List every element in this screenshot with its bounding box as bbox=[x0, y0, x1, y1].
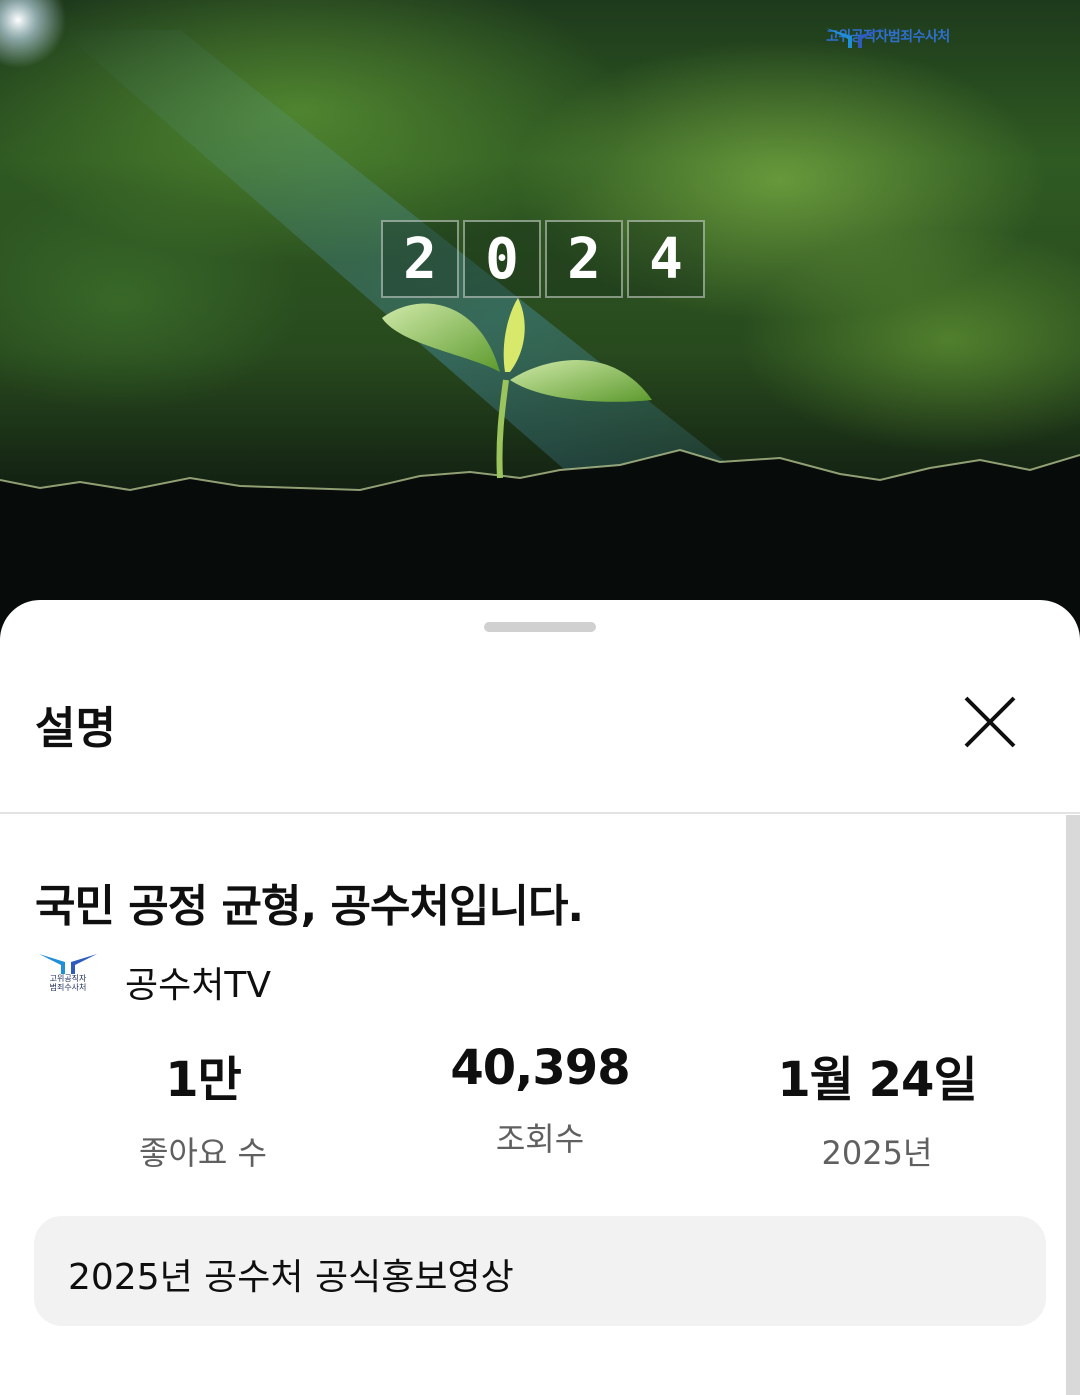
agency-watermark: 고위공직자범죄수사처 bbox=[826, 26, 950, 48]
date-year: 2025년 bbox=[821, 1134, 933, 1172]
drag-handle[interactable] bbox=[484, 622, 596, 632]
video-frame-art bbox=[0, 0, 1080, 640]
scrollbar[interactable] bbox=[1066, 815, 1080, 1395]
sheet-title: 설명 bbox=[35, 703, 116, 754]
year-counter: 2 0 2 4 bbox=[381, 220, 705, 298]
year-digit: 4 bbox=[627, 220, 705, 298]
views-label: 조회수 bbox=[495, 1120, 585, 1158]
video-player[interactable]: 고위공직자범죄수사처 2 0 2 4 bbox=[0, 0, 1080, 640]
avatar-text: 범죄수사처 bbox=[49, 983, 87, 992]
channel-row[interactable]: 고위공직자 범죄수사처 공수처TV bbox=[35, 952, 271, 1012]
likes-stat: 1만 좋아요 수 bbox=[35, 1040, 371, 1174]
likes-value: 1만 bbox=[165, 1052, 242, 1108]
likes-label: 좋아요 수 bbox=[139, 1134, 267, 1172]
year-digit: 2 bbox=[381, 220, 459, 298]
channel-name[interactable]: 공수처TV bbox=[125, 956, 271, 1008]
views-value: 40,398 bbox=[450, 1040, 630, 1096]
year-digit: 2 bbox=[545, 220, 623, 298]
sheet-header: 설명 bbox=[0, 660, 1080, 814]
stats-row: 1만 좋아요 수 40,398 조회수 1월 24일 2025년 bbox=[35, 1040, 1045, 1172]
avatar-text: 고위공직자 bbox=[49, 974, 87, 983]
video-title: 국민 공정 균형, 공수처입니다. bbox=[35, 881, 584, 932]
date-stat: 1월 24일 2025년 bbox=[709, 1040, 1045, 1174]
views-stat: 40,398 조회수 bbox=[372, 1040, 708, 1160]
close-button[interactable] bbox=[958, 690, 1022, 754]
description-box[interactable]: 2025년 공수처 공식홍보영상 bbox=[34, 1216, 1046, 1326]
year-digit: 0 bbox=[463, 220, 541, 298]
description-text: 2025년 공수처 공식홍보영상 bbox=[68, 1257, 514, 1298]
agency-logo-icon bbox=[826, 28, 884, 48]
description-sheet: 설명 국민 공정 균형, 공수처입니다. 고위공직자 범죄수사처 공수처TV 1… bbox=[0, 600, 1080, 1395]
channel-avatar[interactable]: 고위공직자 범죄수사처 bbox=[35, 952, 101, 1012]
agency-logo-icon bbox=[39, 954, 97, 974]
close-icon bbox=[964, 696, 1016, 748]
date-value: 1월 24일 bbox=[777, 1052, 977, 1108]
